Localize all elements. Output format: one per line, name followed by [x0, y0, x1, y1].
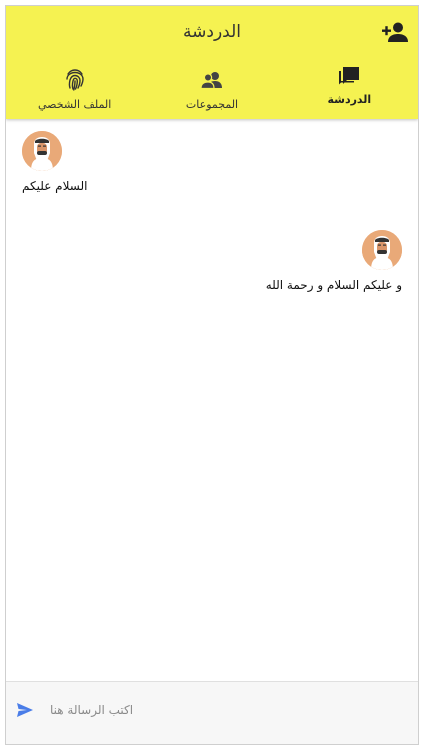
tab-chat[interactable]: الدردشة: [281, 64, 418, 119]
chat-bubbles-icon: [336, 64, 362, 88]
user-avatar-icon: [22, 131, 62, 171]
fingerprint-icon: [62, 68, 88, 92]
message-text: و عليكم السلام و رحمة الله: [265, 278, 402, 292]
tab-chat-label: الدردشة: [327, 93, 372, 106]
tab-profile-label: الملف الشخصي: [38, 98, 112, 111]
message-input[interactable]: [50, 696, 350, 724]
send-icon: [17, 703, 33, 717]
page-title: الدردشة: [183, 22, 241, 42]
person-add-icon: [382, 22, 408, 42]
avatar[interactable]: [362, 230, 402, 270]
user-avatar-icon: [362, 230, 402, 270]
tab-bar: الدردشة المجموعات الملف الشخصي: [6, 64, 418, 119]
send-button[interactable]: [16, 702, 34, 718]
tab-groups-label: المجموعات: [185, 98, 239, 111]
avatar[interactable]: [22, 131, 62, 171]
message-item: و عليكم السلام و رحمة الله: [266, 230, 402, 292]
add-user-button[interactable]: [382, 21, 408, 43]
message-list: السلام عليكم و عليكم السلام و رحمة الله: [6, 119, 418, 681]
groups-icon: [199, 68, 225, 92]
tab-profile[interactable]: الملف الشخصي: [6, 64, 143, 119]
chat-screen: الدردشة الدردشة المجموعات الملف الشخصي ا…: [5, 5, 419, 745]
message-composer: [6, 681, 418, 744]
app-bar: الدردشة الدردشة المجموعات الملف الشخصي: [6, 6, 418, 119]
tab-groups[interactable]: المجموعات: [143, 64, 280, 119]
message-item: السلام عليكم: [22, 131, 87, 193]
message-text: السلام عليكم: [22, 179, 88, 193]
